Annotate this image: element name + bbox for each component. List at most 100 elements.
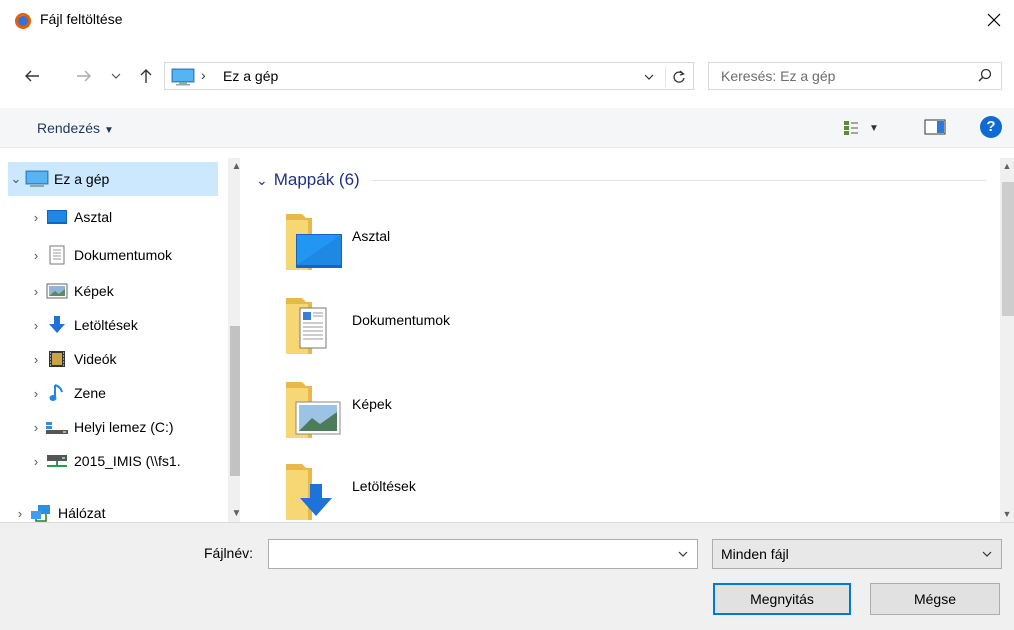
scroll-up-icon[interactable]: ▲ bbox=[228, 158, 240, 175]
sidebar-item-label: Hálózat bbox=[58, 505, 106, 521]
forward-button[interactable] bbox=[72, 62, 96, 90]
close-icon bbox=[987, 13, 1001, 27]
sidebar-item-label: Zene bbox=[74, 385, 106, 401]
caret-down-icon: ▼ bbox=[869, 122, 879, 134]
chevron-right-icon[interactable]: › bbox=[28, 386, 44, 401]
recent-locations-button[interactable] bbox=[108, 62, 124, 90]
open-button[interactable]: Megnyitás bbox=[713, 583, 851, 615]
sidebar-item-label: 2015_IMIS (\\fs1. bbox=[74, 453, 181, 469]
sidebar-item-label: Helyi lemez (C:) bbox=[74, 419, 174, 435]
group-title: Mappák (6) bbox=[273, 170, 360, 189]
help-button[interactable]: ? bbox=[980, 116, 1002, 138]
scrollbar-thumb[interactable] bbox=[1002, 182, 1014, 316]
sidebar-item-network[interactable]: › Hálózat bbox=[12, 496, 222, 522]
chevron-right-icon[interactable]: › bbox=[28, 284, 44, 299]
title-bar: Fájl feltöltése bbox=[0, 0, 1014, 40]
sidebar-item-label: Videók bbox=[74, 351, 117, 367]
chevron-right-icon[interactable]: › bbox=[28, 352, 44, 367]
music-icon bbox=[44, 383, 70, 403]
chevron-down-icon bbox=[982, 551, 992, 557]
breadcrumb-this-pc[interactable]: Ez a gép bbox=[223, 68, 278, 84]
search-placeholder: Keresés: Ez a gép bbox=[721, 68, 836, 84]
search-icon bbox=[978, 68, 992, 82]
sidebar-item-label: Asztal bbox=[74, 209, 113, 225]
cancel-button[interactable]: Mégse bbox=[870, 583, 1000, 615]
group-divider bbox=[371, 179, 986, 181]
preview-pane-button[interactable] bbox=[924, 118, 946, 138]
scroll-down-icon[interactable]: ▼ bbox=[1000, 506, 1014, 522]
pictures-icon bbox=[44, 281, 70, 301]
chevron-down-icon[interactable]: ⌄ bbox=[256, 172, 268, 189]
chevron-right-icon[interactable]: › bbox=[28, 248, 44, 263]
sidebar-item-this-pc[interactable]: ⌄ Ez a gép bbox=[8, 162, 218, 196]
arrow-up-icon bbox=[140, 69, 152, 83]
refresh-icon bbox=[672, 70, 685, 83]
downloads-icon bbox=[44, 315, 70, 335]
documents-folder-icon bbox=[286, 298, 327, 354]
scrollbar-thumb[interactable] bbox=[230, 326, 240, 476]
refresh-button[interactable] bbox=[665, 67, 691, 87]
sidebar-item-label: Képek bbox=[74, 283, 114, 299]
preview-pane-icon bbox=[924, 119, 946, 135]
command-bar: Rendezés ▼ ▼ ? bbox=[0, 108, 1014, 148]
chevron-right-icon[interactable]: › bbox=[28, 318, 44, 333]
sidebar-item-label: Ez a gép bbox=[54, 171, 110, 187]
navigation-pane: ⌄ Ez a gép › Asztal › Dokumentumok › Kép… bbox=[8, 158, 240, 522]
chevron-right-icon[interactable]: › bbox=[12, 506, 28, 521]
address-bar[interactable]: › Ez a gép bbox=[164, 62, 694, 90]
organize-label: Rendezés bbox=[37, 120, 101, 136]
caret-down-icon: ▼ bbox=[104, 125, 114, 136]
navigation-bar: › Ez a gép Keresés: Ez a gép bbox=[0, 58, 1014, 94]
local-disk-icon bbox=[44, 417, 70, 437]
folder-item-documents[interactable]: Dokumentumok bbox=[282, 292, 542, 362]
downloads-folder-icon bbox=[286, 464, 332, 520]
chevron-down-icon bbox=[111, 73, 121, 79]
up-button[interactable] bbox=[134, 62, 158, 90]
sidebar-item-label: Dokumentumok bbox=[74, 247, 173, 263]
folder-item-pictures[interactable]: Képek bbox=[282, 376, 542, 446]
folder-item-downloads[interactable]: Letöltések bbox=[282, 458, 542, 522]
scroll-up-icon[interactable]: ▲ bbox=[1000, 158, 1014, 174]
address-dropdown-button[interactable] bbox=[639, 68, 659, 86]
sidebar-item-desktop[interactable]: › Asztal bbox=[28, 200, 238, 234]
documents-icon bbox=[44, 245, 70, 265]
sidebar-item-local-disk[interactable]: › Helyi lemez (C:) bbox=[28, 410, 238, 444]
filename-input[interactable] bbox=[268, 539, 698, 569]
back-button[interactable] bbox=[20, 62, 44, 90]
file-list-scrollbar[interactable]: ▲ ▼ bbox=[1000, 158, 1014, 522]
chevron-right-icon[interactable]: › bbox=[28, 420, 44, 435]
filename-label: Fájlnév: bbox=[204, 545, 254, 561]
network-drive-icon bbox=[44, 451, 70, 471]
change-view-button[interactable]: ▼ bbox=[843, 116, 893, 140]
sidebar-item-music[interactable]: › Zene bbox=[28, 376, 238, 410]
sidebar-item-network-drive[interactable]: › 2015_IMIS (\\fs1. bbox=[28, 444, 238, 478]
file-type-select[interactable]: Minden fájl bbox=[712, 539, 1002, 569]
scroll-down-icon[interactable]: ▼ bbox=[228, 505, 240, 522]
sidebar-item-documents[interactable]: › Dokumentumok bbox=[28, 238, 238, 272]
navigation-pane-scrollbar[interactable]: ▲ ▼ bbox=[228, 158, 240, 522]
desktop-icon bbox=[44, 207, 70, 227]
sidebar-item-pictures[interactable]: › Képek bbox=[28, 274, 238, 308]
chevron-down-icon[interactable] bbox=[677, 546, 689, 562]
firefox-icon bbox=[15, 13, 31, 29]
close-button[interactable] bbox=[974, 0, 1014, 40]
sidebar-item-videos[interactable]: › Videók bbox=[28, 342, 238, 376]
chevron-down-icon[interactable]: ⌄ bbox=[8, 171, 24, 187]
window-title: Fájl feltöltése bbox=[40, 11, 123, 27]
chevron-down-icon bbox=[644, 74, 654, 80]
search-input[interactable]: Keresés: Ez a gép bbox=[708, 62, 1002, 90]
network-icon bbox=[28, 503, 54, 522]
organize-button[interactable]: Rendezés ▼ bbox=[37, 120, 114, 136]
this-pc-icon bbox=[171, 68, 195, 86]
pictures-folder-icon bbox=[286, 382, 341, 438]
chevron-right-icon[interactable]: › bbox=[28, 454, 44, 469]
chevron-right-icon[interactable]: › bbox=[28, 210, 44, 225]
arrow-right-icon bbox=[77, 70, 91, 82]
sidebar-item-downloads[interactable]: › Letöltések bbox=[28, 308, 238, 342]
sidebar-item-label: Letöltések bbox=[74, 317, 138, 333]
folder-item-desktop[interactable]: Asztal bbox=[282, 208, 542, 278]
group-header-folders[interactable]: ⌄ Mappák (6) bbox=[256, 168, 986, 192]
dialog-footer: Fájlnév: Minden fájl Megnyitás Mégse bbox=[0, 522, 1014, 630]
view-options-icon bbox=[844, 121, 858, 135]
videos-icon bbox=[44, 349, 70, 369]
